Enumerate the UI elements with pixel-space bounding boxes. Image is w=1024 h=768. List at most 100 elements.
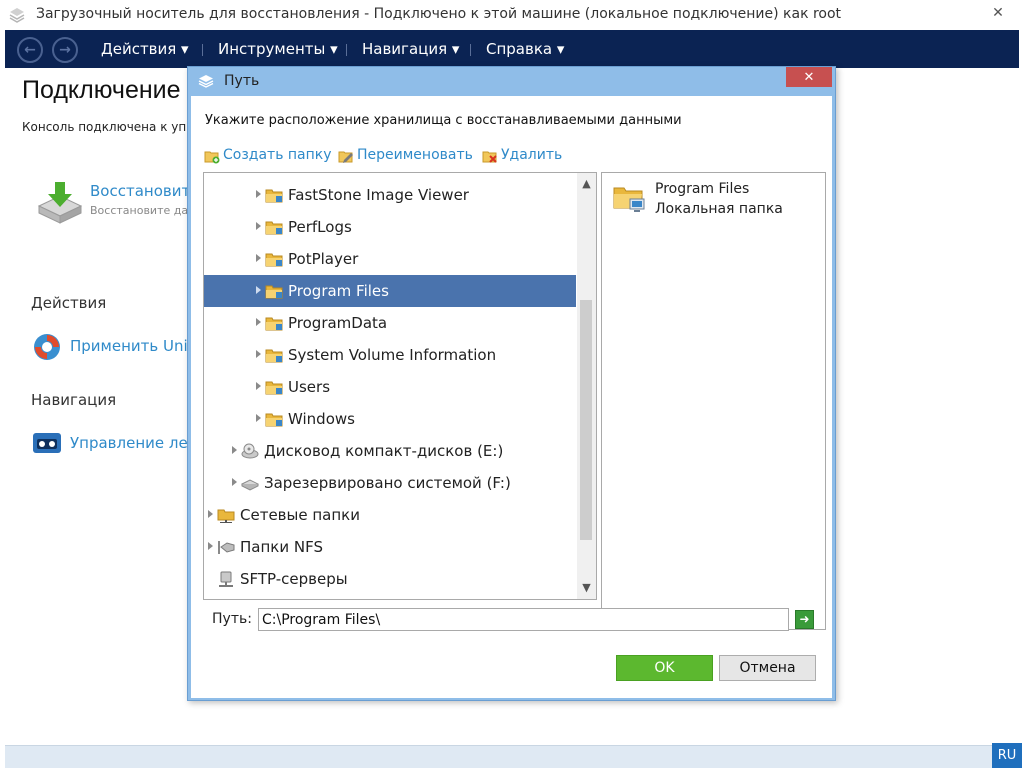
tree-item-label: SFTP-серверы	[240, 570, 348, 588]
path-dialog: Путь ✕ Укажите расположение хранилища с …	[187, 66, 836, 701]
expand-arrow-icon[interactable]	[208, 542, 213, 550]
expand-arrow-icon[interactable]	[256, 254, 261, 262]
folder-icon	[265, 253, 283, 267]
tape-management-link[interactable]: Управление лен	[70, 434, 198, 452]
dialog-titlebar: Путь ✕	[188, 67, 835, 96]
tree-item[interactable]: Program Files	[204, 275, 576, 307]
menu-separator	[202, 44, 203, 56]
rename-icon	[338, 151, 353, 163]
tree-item-label: Users	[288, 378, 331, 396]
tree-item-label: System Volume Information	[288, 346, 497, 364]
tree-item[interactable]: PerfLogs	[204, 211, 576, 243]
dialog-close-button[interactable]: ✕	[786, 67, 832, 87]
tree-item[interactable]: Зарезервировано системой (F:)	[204, 467, 576, 499]
navigation-heading: Навигация	[31, 391, 117, 409]
scroll-thumb[interactable]	[580, 300, 592, 540]
folder-icon	[265, 381, 283, 395]
tree-item-label: Windows	[288, 410, 355, 428]
ok-button[interactable]: OK	[616, 655, 713, 681]
forward-button[interactable]: →	[52, 37, 78, 63]
menu-tools[interactable]: Инструменты ▾	[218, 40, 338, 58]
tree-item[interactable]: Папки NFS	[204, 531, 576, 563]
recover-link[interactable]: Восстановит	[90, 182, 190, 200]
tree-item-label: Program Files	[288, 282, 389, 300]
tree-item[interactable]: Users	[204, 371, 576, 403]
status-bar	[5, 745, 1019, 768]
tree-item-label: Сетевые папки	[240, 506, 360, 524]
tree-scrollbar[interactable]: ▲ ▼	[577, 173, 596, 599]
rename-label: Переименовать	[357, 147, 473, 163]
tree-item[interactable]: FastStone Image Viewer	[204, 179, 576, 211]
menu-separator	[470, 44, 471, 56]
apply-universal-restore-link[interactable]: Применить Univ	[70, 337, 197, 355]
menu-actions[interactable]: Действия ▾	[101, 40, 189, 58]
create-folder-button[interactable]: Создать папку	[204, 147, 334, 165]
tree-item-label: Дисковод компакт-дисков (E:)	[264, 442, 504, 460]
tree-item[interactable]: System Volume Information	[204, 339, 576, 371]
cd-drive-icon	[241, 443, 259, 459]
scroll-up-arrow[interactable]: ▲	[577, 173, 596, 195]
page-subtitle: Консоль подключена к управ	[22, 120, 209, 134]
expand-arrow-icon[interactable]	[256, 286, 261, 294]
selection-type: Локальная папка	[655, 201, 783, 217]
expand-arrow-icon[interactable]	[256, 382, 261, 390]
dialog-instruction: Укажите расположение хранилища с восстан…	[205, 113, 682, 128]
nfs-icon	[218, 541, 235, 554]
folder-icon	[265, 221, 283, 235]
expand-arrow-icon[interactable]	[256, 222, 261, 230]
tree-item-label: FastStone Image Viewer	[288, 186, 469, 204]
scroll-down-arrow[interactable]: ▼	[577, 577, 596, 599]
recover-description: Восстановите данн	[90, 204, 203, 217]
tree-item[interactable]: Сетевые папки	[204, 499, 576, 531]
path-go-button[interactable]: ➜	[795, 610, 814, 629]
tree-item[interactable]: ProgramData	[204, 307, 576, 339]
language-indicator[interactable]: RU	[992, 743, 1022, 768]
main-toolbar: ← → Действия ▾ Инструменты ▾ Навигация ▾…	[5, 30, 1019, 68]
path-label: Путь:	[212, 611, 252, 627]
menu-navigation[interactable]: Навигация ▾	[362, 40, 459, 58]
expand-arrow-icon[interactable]	[256, 190, 261, 198]
dialog-title: Путь	[224, 73, 260, 89]
expand-arrow-icon[interactable]	[256, 414, 261, 422]
tree-item[interactable]: PotPlayer	[204, 243, 576, 275]
window-close-button[interactable]: ✕	[975, 2, 1021, 23]
expand-arrow-icon[interactable]	[232, 446, 237, 454]
universal-restore-icon[interactable]	[32, 332, 62, 362]
expand-arrow-icon[interactable]	[208, 510, 213, 518]
selection-info-panel: Program Files Локальная папка	[601, 172, 826, 630]
dialog-body: Укажите расположение хранилища с восстан…	[191, 96, 832, 698]
tree-item-label: Папки NFS	[240, 538, 323, 556]
tree-item-label: PotPlayer	[288, 250, 359, 268]
window-titlebar: Загрузочный носитель для восстановления …	[0, 0, 1024, 30]
new-folder-icon	[204, 151, 220, 164]
folder-icon	[265, 285, 283, 299]
page-title: Подключение	[22, 76, 181, 104]
drive-icon	[241, 479, 259, 491]
local-folder-icon	[613, 187, 645, 212]
tape-management-icon[interactable]	[32, 430, 62, 456]
tree-item-label: Зарезервировано системой (F:)	[264, 474, 511, 492]
recover-drive-icon[interactable]	[35, 180, 85, 226]
actions-heading: Действия	[31, 294, 107, 312]
folder-icon	[265, 349, 283, 363]
tree-item[interactable]: SFTP-серверы	[204, 563, 576, 595]
sftp-icon	[219, 571, 233, 587]
rename-button[interactable]: Переименовать	[338, 147, 478, 165]
delete-button[interactable]: Удалить	[482, 147, 572, 165]
folder-tree[interactable]: FastStone Image Viewer PerfLogs PotPlayer P…	[203, 172, 597, 600]
tree-item[interactable]: Windows	[204, 403, 576, 435]
back-button[interactable]: ←	[17, 37, 43, 63]
expand-arrow-icon[interactable]	[232, 478, 237, 486]
tree-item[interactable]: Дисковод компакт-дисков (E:)	[204, 435, 576, 467]
selection-name: Program Files	[655, 181, 750, 197]
cancel-button[interactable]: Отмена	[719, 655, 816, 681]
folder-icon	[265, 413, 283, 427]
menu-help[interactable]: Справка ▾	[486, 40, 564, 58]
expand-arrow-icon[interactable]	[256, 350, 261, 358]
expand-arrow-icon[interactable]	[256, 318, 261, 326]
window-title: Загрузочный носитель для восстановления …	[36, 6, 842, 22]
tree-item-label: PerfLogs	[288, 218, 352, 236]
path-input[interactable]	[258, 608, 789, 631]
create-folder-label: Создать папку	[223, 147, 332, 163]
menu-separator	[346, 44, 347, 56]
